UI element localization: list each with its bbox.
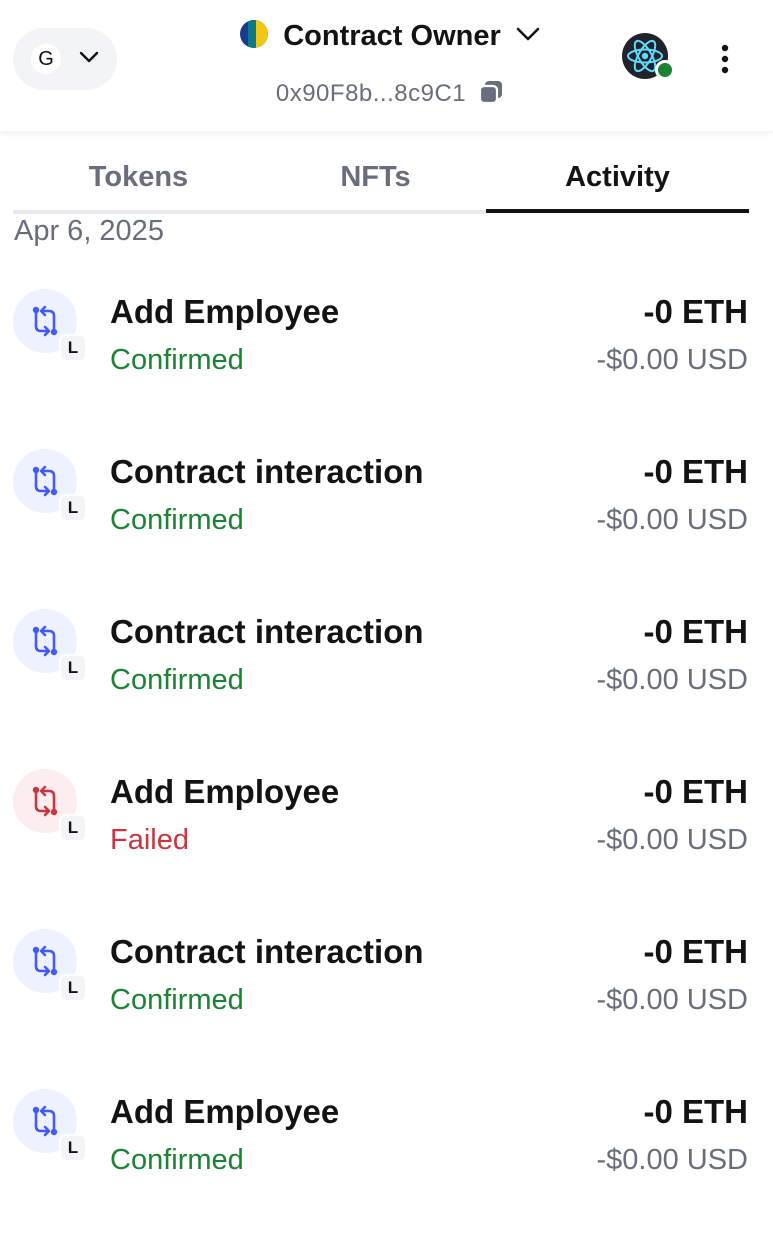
tab-tokens[interactable]: Tokens [16,140,261,215]
transaction-amount: -0 ETH [643,933,748,970]
transaction-title: Contract interaction [110,453,424,490]
transaction-fiat-amount: -$0.00 USD [596,984,748,1016]
copy-icon[interactable] [478,79,504,110]
network-badge: L [59,974,87,1002]
date-header: Apr 6, 2025 [14,215,164,247]
list-item[interactable]: L Add Employee Confirmed -0 ETH -$0.00 USD [0,1089,773,1249]
transaction-status: Confirmed [110,984,244,1016]
transaction-amount: -0 ETH [643,613,748,650]
chevron-down-icon [79,50,99,68]
tab-nfts[interactable]: NFTs [253,140,498,215]
transaction-amount: -0 ETH [643,773,748,810]
transaction-title: Add Employee [110,1093,340,1130]
transaction-status: Confirmed [110,504,244,536]
network-avatar: G [31,44,61,74]
transaction-status: Confirmed [110,344,244,376]
network-badge: L [59,494,87,522]
account-picker: Contract Owner 0x90F8b...8c9C1 [200,14,580,114]
tab-bar: Tokens NFTs Activity [13,140,749,215]
list-item[interactable]: L Add Employee Confirmed -0 ETH -$0.00 USD [0,289,773,449]
transaction-amount: -0 ETH [643,1093,748,1130]
transaction-fiat-amount: -$0.00 USD [596,664,748,696]
account-menu-button[interactable]: Contract Owner [200,14,580,58]
network-badge: L [59,654,87,682]
connected-site-avatar[interactable] [622,33,675,85]
kebab-menu-icon[interactable] [712,42,738,76]
transaction-title: Add Employee [110,293,340,330]
app-header: G Contract Owner 0x90F8b...8c9C1 [0,0,773,131]
address-row[interactable]: 0x90F8b...8c9C1 [200,76,580,112]
transaction-fiat-amount: -$0.00 USD [596,504,748,536]
account-identicon-icon [239,19,269,54]
network-badge: L [59,1134,87,1162]
network-badge: L [59,334,87,362]
transaction-fiat-amount: -$0.00 USD [596,1144,748,1176]
transaction-status: Confirmed [110,664,244,696]
network-badge: L [59,814,87,842]
connection-status-dot [655,60,675,80]
transaction-amount: -0 ETH [643,293,748,330]
list-item[interactable]: L Add Employee Failed -0 ETH -$0.00 USD [0,769,773,929]
account-address: 0x90F8b...8c9C1 [275,80,467,107]
list-item[interactable]: L Contract interaction Confirmed -0 ETH -$0.… [0,609,773,769]
network-selector-button[interactable]: G [13,28,117,90]
account-name: Contract Owner [283,19,501,52]
transaction-fiat-amount: -$0.00 USD [596,344,748,376]
transaction-fiat-amount: -$0.00 USD [596,824,748,856]
transaction-status: Confirmed [110,1144,244,1176]
tab-active-indicator [486,209,749,213]
transaction-title: Add Employee [110,773,340,810]
transaction-status: Failed [110,824,189,856]
transaction-title: Contract interaction [110,933,424,970]
list-item[interactable]: L Contract interaction Confirmed -0 ETH -$0.… [0,929,773,1089]
chevron-down-icon [515,26,541,47]
transaction-title: Contract interaction [110,613,424,650]
transaction-amount: -0 ETH [643,453,748,490]
list-item[interactable]: L Contract interaction Confirmed -0 ETH -$0.… [0,449,773,609]
tab-activity[interactable]: Activity [495,140,740,215]
